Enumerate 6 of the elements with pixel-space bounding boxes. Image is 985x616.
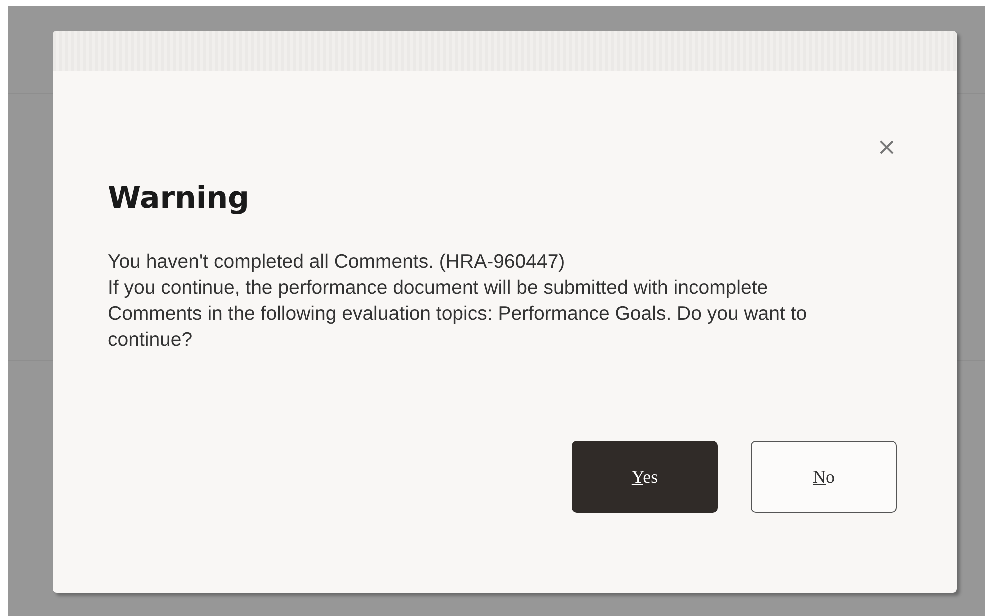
message-text: You haven't completed all Comments. (HRA-960447) <box>108 250 566 275</box>
message-text: If you continue, the performance document will be submitted with incomplete Comments in the following evaluation topics: Performance Goals. Do you want to continue? <box>108 276 808 353</box>
dialog-title: Warning <box>108 180 251 218</box>
no-button[interactable]: No <box>751 441 897 513</box>
yes-button[interactable]: Yes <box>572 441 718 513</box>
close-button[interactable]: × <box>876 133 897 161</box>
